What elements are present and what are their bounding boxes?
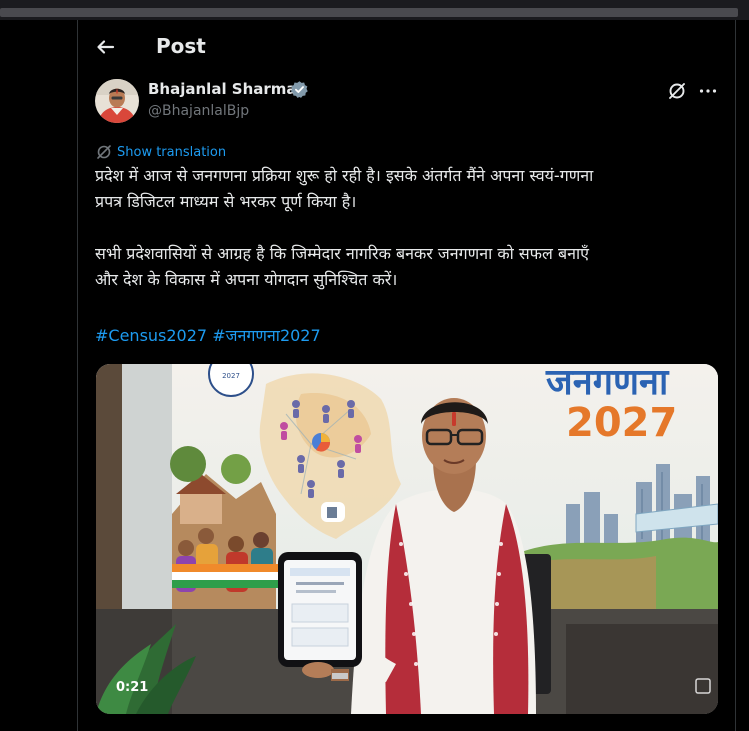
post-text-line: और देश के विकास में अपना योगदान सुनिश्चि…	[95, 270, 398, 289]
more-horizontal-icon	[699, 89, 717, 93]
arrow-left-icon	[97, 40, 115, 54]
hashtags: #Census2027 #जनगणना2027	[95, 323, 321, 349]
grok-icon	[669, 83, 685, 99]
post-header: Post	[78, 22, 735, 72]
horizontal-scrollbar[interactable]	[0, 8, 738, 17]
author-name[interactable]: Bhajanlal Sharma	[148, 80, 297, 98]
show-translation-label: Show translation	[117, 144, 227, 160]
banner-year: 2027	[566, 400, 677, 446]
column-border-right	[735, 20, 736, 731]
translate-icon	[97, 145, 111, 159]
page-title: Post	[156, 34, 206, 58]
hashtag-janganana2027[interactable]: #जनगणना2027	[212, 326, 320, 345]
avatar[interactable]	[95, 79, 139, 123]
more-button[interactable]	[697, 80, 719, 102]
video-player[interactable]: 2027 जनगणना 2027	[96, 364, 718, 714]
column-border-left	[77, 20, 78, 731]
author-handle[interactable]: @BhajanlalBjp	[148, 103, 249, 119]
post-text-line: प्रपत्र डिजिटल माध्यम से भरकर पूर्ण किया…	[95, 192, 357, 211]
post-text-line: सभी प्रदेशवासियों से आग्रह है कि जिम्मेद…	[95, 244, 589, 263]
video-thumbnail: 2027 जनगणना 2027	[96, 364, 718, 714]
avatar-image	[95, 79, 139, 123]
video-duration: 0:21	[116, 680, 149, 695]
seal-year: 2027	[222, 372, 240, 380]
banner-title: जनगणना	[545, 364, 670, 403]
show-translation-link[interactable]: Show translation	[95, 143, 226, 161]
hashtag-census2027[interactable]: #Census2027	[95, 326, 207, 345]
grok-button[interactable]	[666, 80, 688, 102]
post-text-line: प्रदेश में आज से जनगणना प्रक्रिया शुरू ह…	[95, 166, 594, 185]
post-text: प्रदेश में आज से जनगणना प्रक्रिया शुरू ह…	[95, 163, 725, 293]
verified-badge-icon	[290, 80, 309, 99]
browser-top-bar	[0, 0, 749, 20]
back-button[interactable]	[92, 34, 118, 60]
